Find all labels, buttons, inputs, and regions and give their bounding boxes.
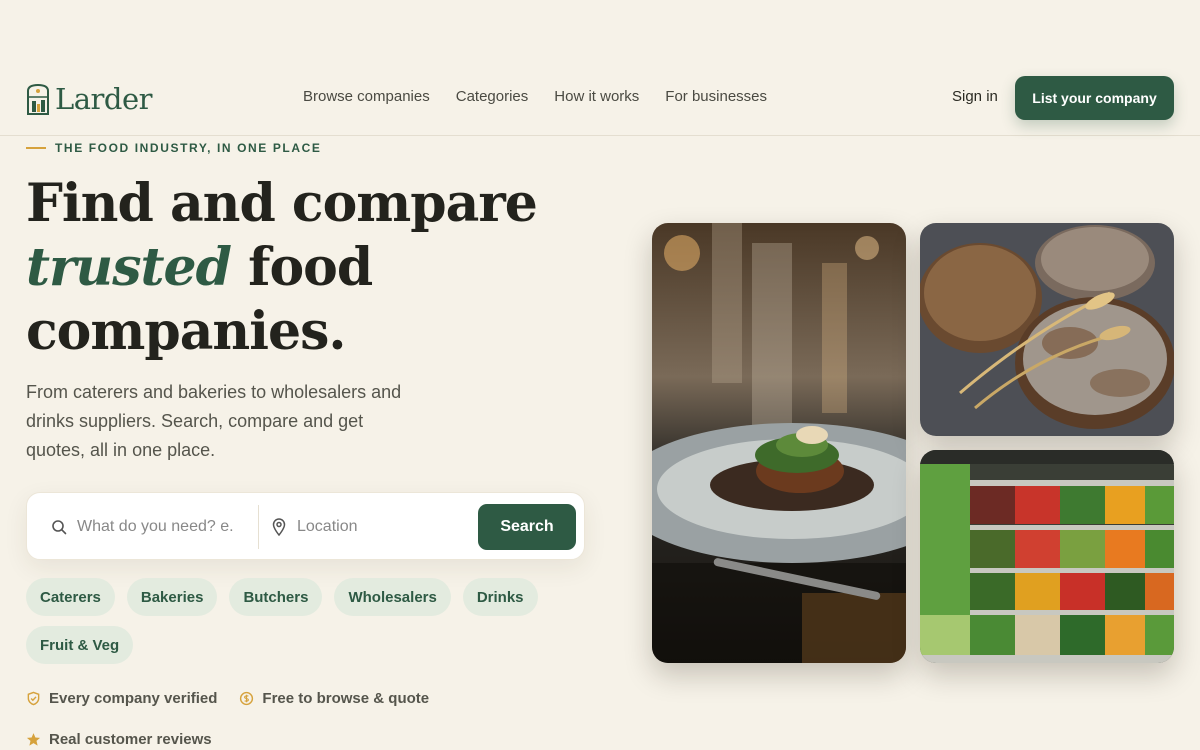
chip-bakeries[interactable]: Bakeries: [126, 578, 218, 616]
eyebrow-text: THE FOOD INDUSTRY, IN ONE PLACE: [55, 141, 322, 155]
hero-subtext: From caterers and bakeries to wholesaler…: [26, 382, 402, 460]
trust-free: Free to browse & quote: [239, 690, 429, 707]
trust-badges: Every company verified Free to browse & …: [26, 690, 446, 748]
larder-logo-icon: [27, 83, 49, 115]
hero-eyebrow: THE FOOD INDUSTRY, IN ONE PLACE: [26, 141, 322, 155]
search-input[interactable]: [77, 513, 247, 541]
search-button[interactable]: Search: [478, 504, 576, 550]
chip-butchers[interactable]: Butchers: [229, 578, 323, 616]
location-pin-icon: [272, 518, 286, 536]
star-icon: [26, 733, 41, 746]
search-icon: [52, 520, 67, 535]
coin-icon: [240, 691, 254, 706]
nav-for-businesses[interactable]: For businesses: [665, 88, 767, 105]
hero-headline: Find and compare trusted food companies.: [26, 172, 606, 364]
trust-free-label: Free to browse & quote: [262, 690, 430, 707]
search-bar: Search: [26, 492, 585, 560]
headline-line-2: food: [248, 237, 373, 298]
site-header: Larder Browse companies Categories How i…: [0, 70, 1200, 136]
list-company-button[interactable]: List your company: [1015, 76, 1174, 120]
logo[interactable]: Larder: [26, 82, 153, 116]
chip-drinks[interactable]: Drinks: [462, 578, 538, 616]
sign-in-link[interactable]: Sign in: [952, 88, 998, 105]
restaurant-dish-photo: [652, 223, 906, 663]
chip-wholesalers[interactable]: Wholesalers: [334, 578, 451, 616]
headline-accent: trusted: [26, 237, 232, 298]
trust-verified-label: Every company verified: [49, 690, 218, 707]
search-divider: [258, 505, 259, 549]
headline-line-3: companies.: [26, 301, 346, 362]
nav-how-it-works[interactable]: How it works: [554, 88, 639, 105]
brand-name: Larder: [55, 82, 153, 116]
trust-verified: Every company verified: [26, 690, 217, 707]
chip-fruit-veg[interactable]: Fruit & Veg: [26, 626, 134, 664]
trust-reviews-label: Real customer reviews: [49, 731, 212, 748]
headline-line-1: Find and compare: [26, 173, 538, 234]
bread-loaves-photo: [920, 223, 1174, 436]
produce-shelves-photo: [920, 450, 1174, 663]
category-chips: Caterers Bakeries Butchers Wholesalers D…: [26, 578, 546, 664]
nav-browse-companies[interactable]: Browse companies: [303, 88, 430, 105]
chip-caterers[interactable]: Caterers: [26, 578, 115, 616]
trust-reviews: Real customer reviews: [26, 731, 212, 748]
shield-check-icon: [27, 691, 40, 706]
eyebrow-rule: [26, 147, 46, 149]
nav-categories[interactable]: Categories: [456, 88, 529, 105]
main-nav: Browse companies Categories How it works…: [303, 88, 767, 105]
location-input[interactable]: [297, 513, 467, 541]
